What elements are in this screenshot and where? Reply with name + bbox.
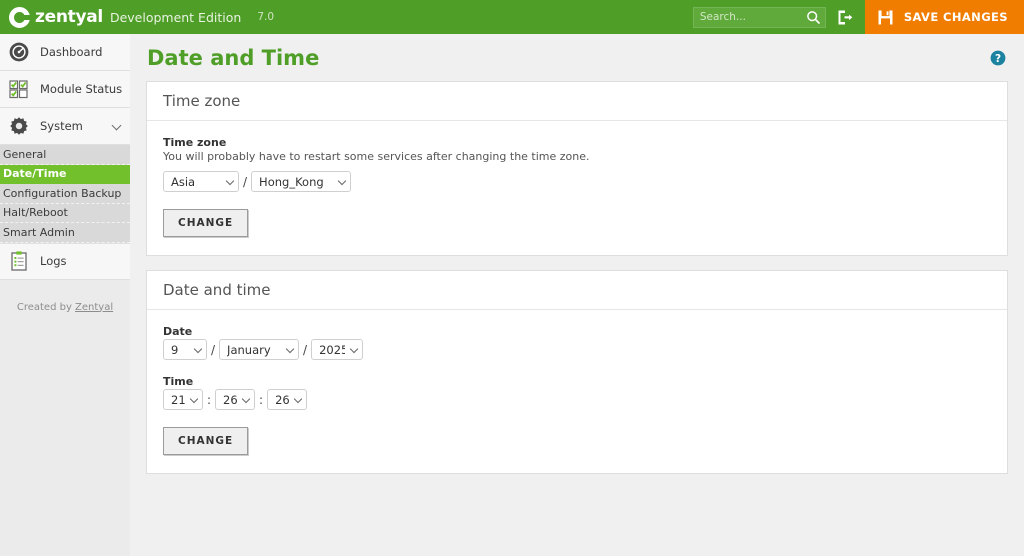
clipboard-icon [11, 251, 27, 271]
time-minute-select[interactable]: 26 [215, 389, 256, 410]
sidebar-subitem-label: Date/Time [3, 167, 67, 181]
time-second-select[interactable]: 26 [267, 389, 308, 410]
timezone-panel-header: Time zone [147, 82, 1007, 121]
footer-prefix: Created by [16, 301, 76, 313]
timezone-city-select[interactable]: Hong_Kong [251, 171, 352, 192]
date-separator-2: / [303, 342, 308, 357]
datetime-panel-body: Date 9 / January / 2025 Time 21: 26: 2… [147, 310, 1007, 473]
timezone-region-select[interactable]: Asia [163, 171, 239, 192]
timezone-field-help: You will probably have to restart some s… [163, 150, 590, 163]
sidebar-subitem-date-time[interactable]: Date/Time [0, 164, 130, 184]
sidebar-item-label: Dashboard [40, 45, 103, 59]
logout-icon[interactable] [837, 9, 853, 26]
timezone-selects-row: Asia / Hong_Kong [163, 171, 991, 192]
brand-name: zentyal [35, 7, 103, 27]
datetime-change-button[interactable]: CHANGE [163, 427, 249, 455]
sidebar-subitem-halt-reboot[interactable]: Halt/Reboot [0, 203, 130, 223]
svg-text:?: ? [995, 53, 1001, 65]
search-box[interactable] [692, 6, 826, 28]
sidebar-item-module-status[interactable]: Module Status [0, 71, 130, 108]
time-minute-wrap: 26 [215, 389, 256, 410]
gauge-icon [9, 42, 29, 62]
sidebar-item-logs[interactable]: Logs [0, 242, 130, 280]
date-year-wrap: 2025 [311, 339, 364, 360]
date-day-wrap: 9 [163, 339, 207, 360]
date-separator-1: / [211, 342, 216, 357]
brand-version: 7.0 [257, 11, 275, 23]
timezone-city-wrap: Hong_Kong [251, 171, 352, 192]
date-field-label: Date [163, 325, 193, 338]
gear-icon [10, 117, 28, 135]
top-bar: zentyal Development Edition 7.0 SAVE CHA… [0, 0, 1024, 34]
date-day-select[interactable]: 9 [163, 339, 207, 360]
sidebar-subitem-general[interactable]: General [0, 145, 130, 165]
time-hour-select[interactable]: 21 [163, 389, 203, 410]
sidebar-item-label: Logs [40, 254, 67, 268]
checkboxes-icon [9, 80, 28, 99]
sidebar-item-system[interactable]: System [0, 108, 130, 145]
sidebar-item-dashboard[interactable]: Dashboard [0, 34, 130, 71]
time-separator-2: : [259, 392, 264, 407]
time-separator-1: : [207, 392, 212, 407]
chevron-down-icon [111, 120, 122, 131]
help-question-icon[interactable]: ? [990, 50, 1006, 66]
date-year-select[interactable]: 2025 [311, 339, 364, 360]
datetime-panel-header: Date and time [147, 271, 1007, 310]
main-content: Date and Time ? Time zone Time zone You … [130, 34, 1024, 556]
sidebar-subitem-label: General [3, 147, 47, 161]
timezone-field-label: Time zone [163, 136, 227, 149]
sidebar: Dashboard Module Status System General D… [0, 34, 130, 556]
time-field-label: Time [163, 375, 194, 388]
sidebar-subitem-smart-admin[interactable]: Smart Admin [0, 223, 130, 243]
datetime-panel: Date and time Date 9 / January / 2025 Ti… [146, 270, 1008, 474]
footer-zentyal-link[interactable]: Zentyal [75, 302, 113, 313]
brand-edition: Development Edition [109, 9, 242, 25]
sidebar-item-label: System [40, 119, 83, 133]
timezone-separator: / [243, 174, 248, 189]
date-month-select[interactable]: January [219, 339, 300, 360]
date-selects-row: 9 / January / 2025 [163, 339, 991, 360]
timezone-change-button[interactable]: CHANGE [163, 209, 249, 237]
date-month-wrap: January [219, 339, 300, 360]
page-title: Date and Time [147, 45, 320, 70]
sidebar-subitem-label: Smart Admin [3, 225, 75, 239]
page-header: Date and Time ? [130, 34, 1024, 81]
search-icon[interactable] [806, 10, 821, 25]
save-changes-button[interactable]: SAVE CHANGES [864, 0, 1024, 34]
timezone-region-wrap: Asia [163, 171, 239, 192]
time-hour-wrap: 21 [163, 389, 203, 410]
time-selects-row: 21 : 26 : 26 [163, 389, 991, 410]
sidebar-subitem-label: Halt/Reboot [3, 206, 68, 220]
save-disk-icon [878, 10, 893, 24]
top-bar-actions: SAVE CHANGES [692, 0, 1024, 34]
sidebar-footer: Created by Zentyal [0, 302, 130, 313]
time-second-wrap: 26 [267, 389, 308, 410]
zentyal-ring-icon [9, 6, 31, 28]
timezone-panel: Time zone Time zone You will probably ha… [146, 81, 1008, 256]
timezone-panel-body: Time zone You will probably have to rest… [147, 121, 1007, 255]
brand-logo[interactable]: zentyal Development Edition 7.0 [0, 6, 275, 28]
sidebar-subitem-configuration-backup[interactable]: Configuration Backup [0, 184, 130, 204]
sidebar-subitem-label: Configuration Backup [3, 186, 122, 200]
save-changes-label: SAVE CHANGES [903, 10, 1008, 24]
sidebar-item-label: Module Status [40, 82, 123, 96]
